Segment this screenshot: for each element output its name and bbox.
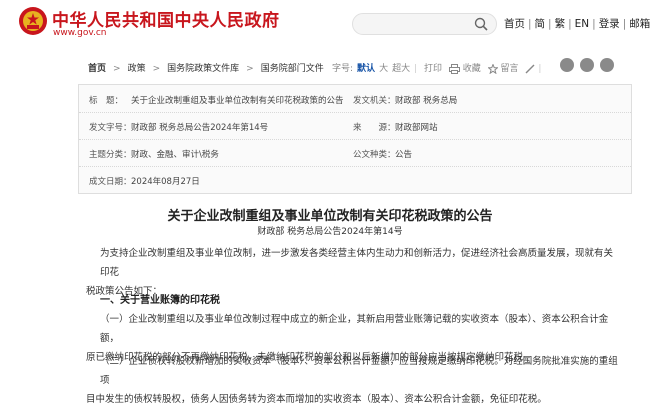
article-toolbar: 字号: 默认大超大 | 打印 收藏 留言 | (332, 63, 542, 74)
printer-icon[interactable] (448, 63, 460, 74)
type-label: 公文种类： (353, 150, 396, 160)
breadcrumb: 首页 > 政策 > 国务院政策文件库 > 国务院部门文件 (88, 64, 324, 74)
doc-no-value: 财政部 税务总局公告2024年第14号 (131, 123, 269, 133)
search-icon[interactable] (474, 17, 488, 31)
link-home[interactable]: 首页 (504, 18, 525, 30)
info-row: 发文字号： 财政部 税务总局公告2024年第14号 来 源： 财政部网站 (79, 112, 631, 140)
national-emblem-icon (19, 7, 47, 35)
site-url: www.gov.cn (53, 28, 107, 38)
breadcrumb-dept-docs[interactable]: 国务院部门文件 (261, 64, 324, 74)
pencil-icon[interactable] (525, 64, 535, 74)
font-xlarge-button[interactable]: 超大 (392, 64, 410, 74)
link-traditional[interactable]: 繁 (555, 18, 566, 30)
issuer-value: 财政部 税务总局 (395, 96, 458, 106)
font-size-label: 字号: (332, 64, 354, 74)
favorite-button[interactable]: 收藏 (463, 64, 481, 74)
doc-no-label: 发文字号： (89, 123, 132, 133)
breadcrumb-library[interactable]: 国务院政策文件库 (167, 64, 239, 74)
intro-line: 为支持企业改制重组及事业单位改制，进一步激发各类经营主体内生动力和创新活力，促进… (100, 248, 614, 278)
info-row: 标 题： 关于企业改制重组及事业单位改制有关印花税政策的公告 发文机关： 财政部… (79, 85, 631, 113)
link-mailbox[interactable]: 邮箱 (629, 18, 650, 30)
wechat-share-icon[interactable] (580, 58, 594, 72)
weibo-share-icon[interactable] (560, 58, 574, 72)
date-value: 2024年08月27日 (131, 177, 200, 187)
paragraph-line: 目中发生的债权转股权，债务人因债务转为资本而增加的实收资本（股本）、资本公积合计… (86, 394, 547, 405)
breadcrumb-home[interactable]: 首页 (88, 64, 106, 74)
site-header: 中华人民共和国中央人民政府 www.gov.cn 首页 | 简 | 繁 | EN | 登录 | 邮箱 (0, 0, 660, 44)
issuer-label: 发文机关： (353, 96, 396, 106)
link-login[interactable]: 登录 (599, 18, 620, 30)
section-heading: 一、关于营业账簿的印花税 (100, 295, 220, 306)
comment-button[interactable]: 留言 (501, 64, 519, 74)
date-label: 成文日期： (89, 177, 132, 187)
info-row: 成文日期： 2024年08月27日 (79, 166, 631, 193)
link-english[interactable]: EN (575, 18, 590, 30)
qzone-share-icon[interactable] (600, 58, 614, 72)
type-value: 公告 (395, 150, 413, 160)
title-label: 标 题： (89, 96, 124, 106)
paragraph-line: （二）企业债权转股权新增加的实收资本（股本）、资本公积合计金额，应当按规定缴纳印… (100, 356, 618, 386)
top-links: 首页 | 简 | 繁 | EN | 登录 | 邮箱 (504, 18, 651, 30)
title-value: 关于企业改制重组及事业单位改制有关印花税政策的公告 (131, 96, 344, 106)
breadcrumb-policy[interactable]: 政策 (128, 64, 146, 74)
info-row: 主题分类： 财政、金融、审计\税务 公文种类： 公告 (79, 139, 631, 167)
category-label: 主题分类： (89, 150, 132, 160)
document-info-table: 标 题： 关于企业改制重组及事业单位改制有关印花税政策的公告 发文机关： 财政部… (78, 84, 632, 194)
star-icon[interactable] (487, 63, 498, 74)
document-title: 关于企业改制重组及事业单位改制有关印花税政策的公告 (167, 209, 493, 224)
font-large-button[interactable]: 大 (379, 64, 388, 74)
print-button[interactable]: 打印 (424, 64, 442, 74)
category-value: 财政、金融、审计\税务 (131, 150, 219, 160)
paragraph-line: （一）企业改制重组以及事业单位改制过程中成立的新企业，其新启用营业账簿记载的实收… (100, 314, 609, 344)
source-value: 财政部网站 (395, 123, 438, 133)
search-input[interactable] (352, 13, 497, 35)
document-number: 财政部 税务总局公告2024年第14号 (257, 227, 403, 237)
paragraph-2: （二）企业债权转股权新增加的实收资本（股本）、资本公积合计金额，应当按规定缴纳印… (86, 352, 620, 409)
font-default-button[interactable]: 默认 (357, 64, 375, 74)
link-simplified[interactable]: 简 (535, 18, 546, 30)
source-label: 来 源： (353, 123, 396, 133)
